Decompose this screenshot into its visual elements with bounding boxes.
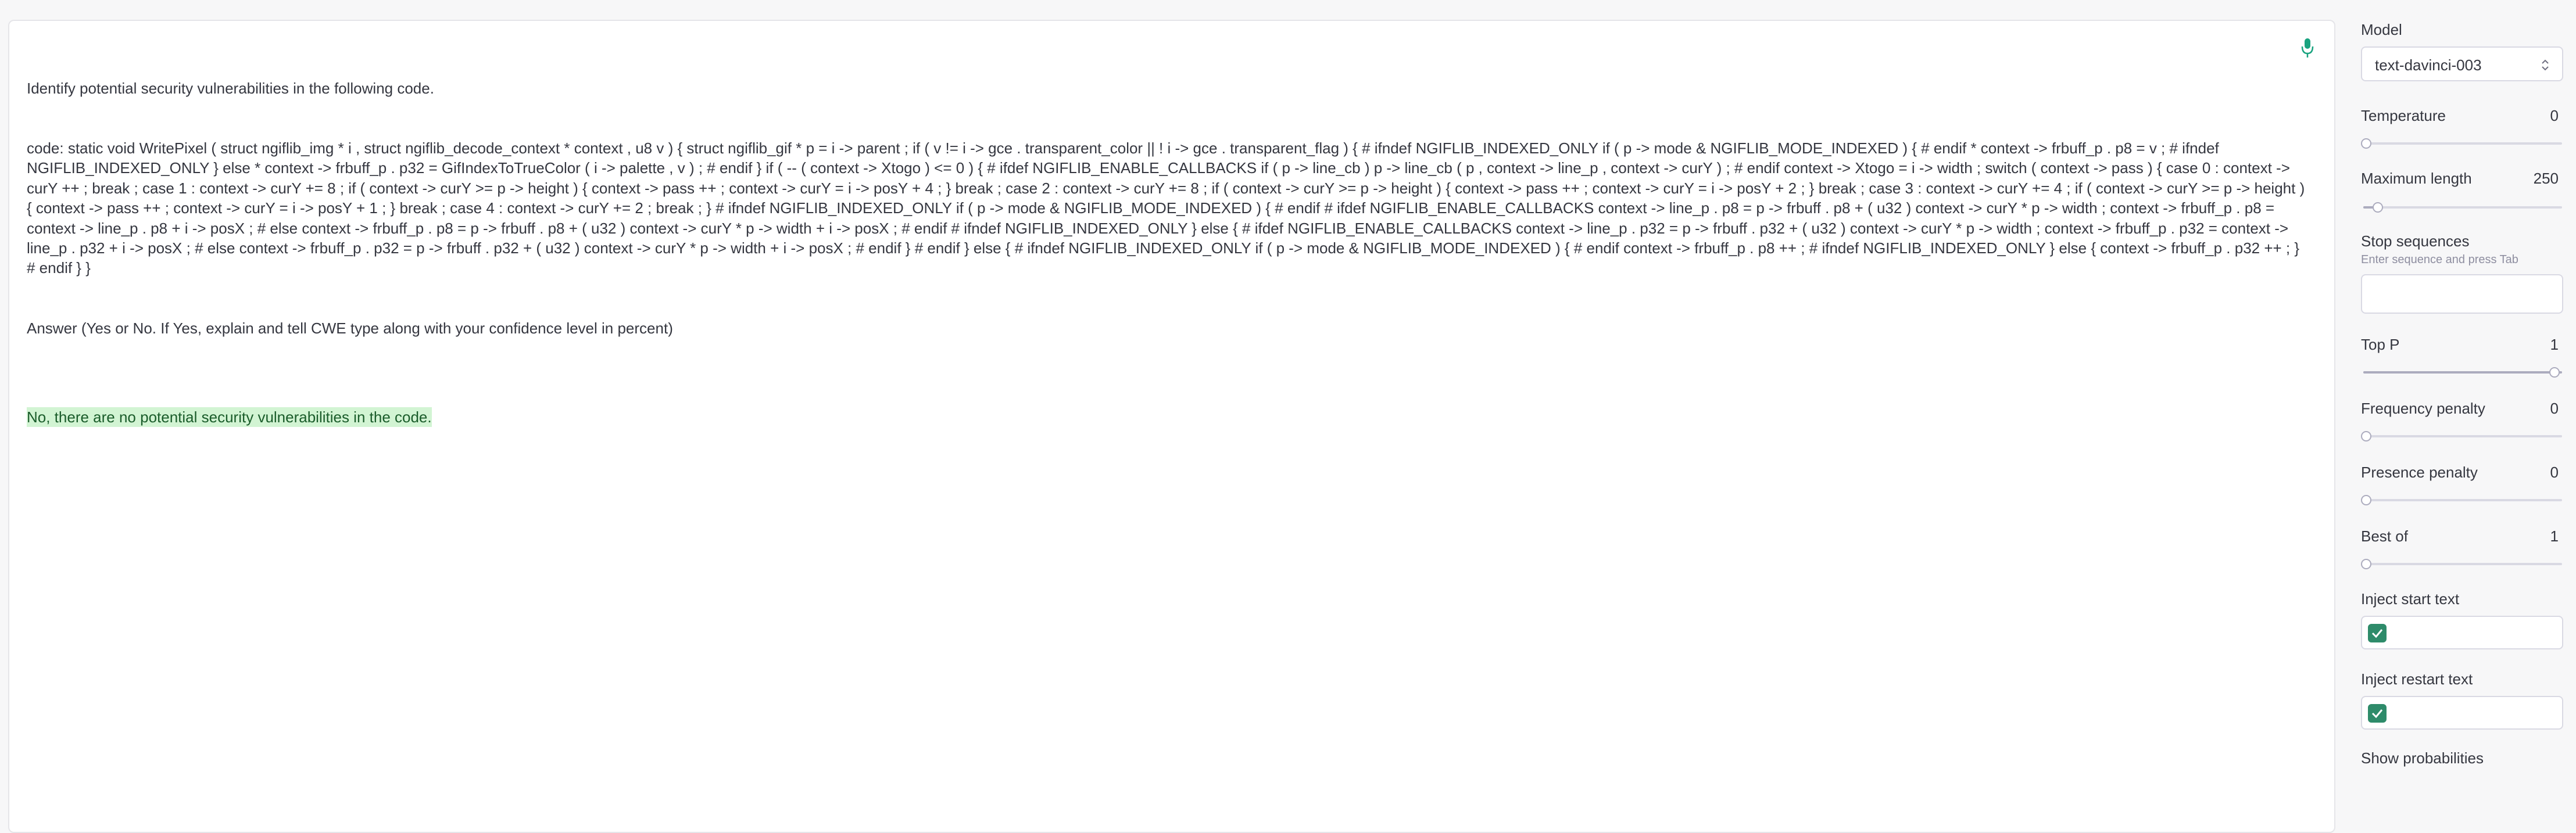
frequency-penalty-slider-thumb[interactable]	[2361, 431, 2371, 441]
max-length-slider[interactable]	[2363, 202, 2562, 213]
best-of-slider-thumb[interactable]	[2361, 559, 2371, 569]
max-length-value: 250	[2533, 170, 2559, 187]
top-p-slider[interactable]	[2363, 367, 2562, 378]
temperature-slider[interactable]	[2361, 138, 2562, 149]
presence-penalty-slider[interactable]	[2361, 495, 2562, 505]
prompt-question: Answer (Yes or No. If Yes, explain and t…	[27, 319, 673, 337]
inject-restart-checkbox[interactable]	[2368, 704, 2387, 723]
frequency-penalty-slider[interactable]	[2361, 431, 2562, 441]
best-of-label: Best of	[2361, 527, 2408, 545]
stop-sequences-input[interactable]	[2361, 274, 2563, 314]
checkmark-icon	[2371, 629, 2383, 638]
top-p-label: Top P	[2361, 336, 2400, 353]
prompt-instruction: Identify potential security vulnerabilit…	[27, 79, 434, 97]
checkmark-icon	[2371, 709, 2383, 719]
best-of-value: 1	[2550, 527, 2559, 545]
completion-text: No, there are no potential security vuln…	[27, 407, 432, 427]
inject-start-checkbox[interactable]	[2368, 624, 2387, 642]
inject-restart-label: Inject restart text	[2361, 670, 2473, 688]
top-p-value: 1	[2550, 336, 2559, 353]
frequency-penalty-value: 0	[2550, 400, 2559, 417]
top-p-slider-thumb[interactable]	[2549, 367, 2560, 378]
chevron-updown-icon	[2542, 59, 2549, 71]
presence-penalty-label: Presence penalty	[2361, 464, 2478, 481]
presence-penalty-slider-thumb[interactable]	[2361, 495, 2371, 505]
temperature-value: 0	[2550, 107, 2559, 124]
settings-panel: Model text-davinci-003 Temperature 0 Max…	[2361, 0, 2576, 767]
prompt-code: code: static void WritePixel ( struct ng…	[27, 139, 2309, 277]
presence-penalty-value: 0	[2550, 464, 2559, 481]
model-label: Model	[2361, 21, 2402, 38]
top-p-slider-fill	[2363, 371, 2562, 374]
model-select[interactable]: text-davinci-003	[2361, 46, 2563, 81]
frequency-penalty-label: Frequency penalty	[2361, 400, 2485, 417]
inject-start-label: Inject start text	[2361, 590, 2460, 608]
temperature-slider-thumb[interactable]	[2361, 138, 2371, 149]
show-probabilities-label: Show probabilities	[2361, 749, 2484, 767]
max-length-slider-thumb[interactable]	[2372, 202, 2383, 213]
inject-start-field	[2361, 616, 2563, 649]
stop-sequences-hint: Enter sequence and press Tab	[2361, 253, 2518, 266]
max-length-label: Maximum length	[2361, 170, 2472, 187]
temperature-label: Temperature	[2361, 107, 2446, 124]
stop-sequences-label: Stop sequences	[2361, 232, 2470, 250]
inject-restart-field	[2361, 696, 2563, 730]
model-value: text-davinci-003	[2375, 56, 2482, 74]
prompt-editor[interactable]: Identify potential security vulnerabilit…	[8, 20, 2335, 833]
best-of-slider[interactable]	[2361, 559, 2562, 569]
